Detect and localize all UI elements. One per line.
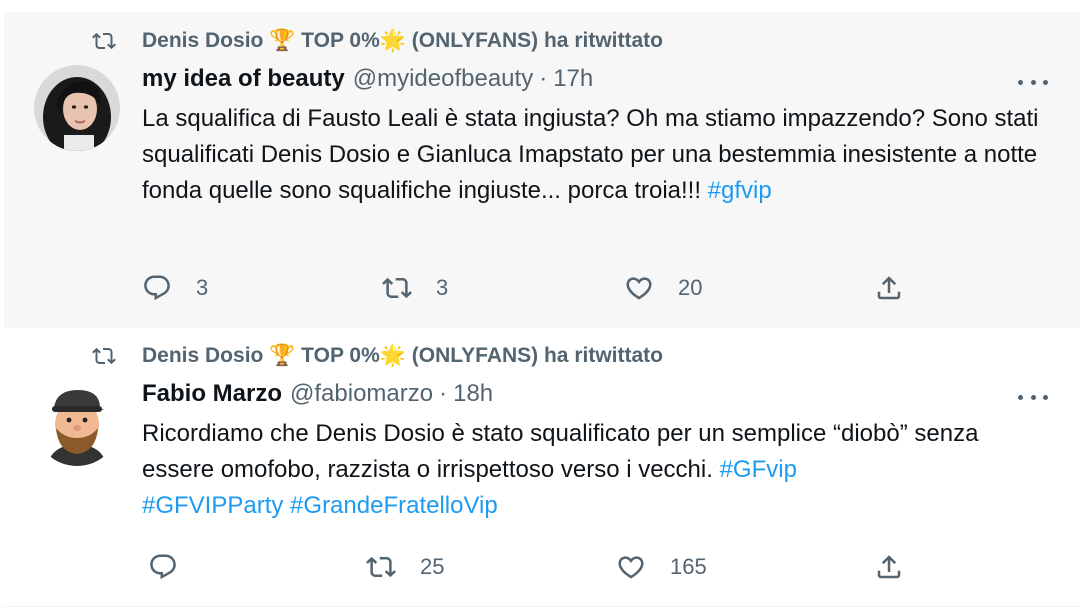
more-options-icon[interactable] bbox=[1018, 386, 1048, 408]
share-icon bbox=[877, 555, 901, 579]
retweet-icon bbox=[92, 347, 116, 365]
tweet-header: my idea of beauty @myideofbeauty · 17h bbox=[142, 65, 593, 99]
avatar[interactable] bbox=[34, 65, 120, 151]
retweet-count: 3 bbox=[436, 275, 449, 300]
cartoon-man-avatar-icon bbox=[34, 380, 120, 466]
author-handle[interactable]: @myideofbeauty bbox=[353, 65, 533, 93]
retweet-context: Denis Dosio 🏆 TOP 0%🌟 (ONLYFANS) ha ritw… bbox=[90, 342, 663, 370]
share-button[interactable] bbox=[874, 550, 928, 584]
separator-dot: · bbox=[539, 65, 548, 92]
more-options-icon[interactable] bbox=[1018, 71, 1048, 93]
retweeted-by-label[interactable]: Denis Dosio 🏆 TOP 0%🌟 (ONLYFANS) ha ritw… bbox=[142, 344, 663, 368]
tweet-text: Ricordiamo che Denis Dosio è stato squal… bbox=[142, 416, 1042, 524]
share-button[interactable] bbox=[874, 271, 928, 305]
hashtag-link[interactable]: #gfvip bbox=[708, 177, 772, 204]
avatar[interactable] bbox=[34, 380, 120, 466]
tweet-card[interactable]: Denis Dosio 🏆 TOP 0%🌟 (ONLYFANS) ha ritw… bbox=[4, 328, 1080, 607]
tweet-text-content: Ricordiamo che Denis Dosio è stato squal… bbox=[142, 420, 979, 483]
reply-count: 3 bbox=[196, 275, 209, 300]
heart-icon bbox=[626, 277, 652, 300]
reply-button[interactable]: 3 bbox=[142, 271, 208, 305]
retweet-button[interactable]: 3 bbox=[382, 271, 448, 305]
tweet-header: Fabio Marzo @fabiomarzo · 18h bbox=[142, 380, 493, 414]
tweet-actions: 3 3 20 bbox=[142, 271, 932, 305]
tweet-timestamp[interactable]: 18h bbox=[453, 380, 493, 408]
tweet-card[interactable]: Denis Dosio 🏆 TOP 0%🌟 (ONLYFANS) ha ritw… bbox=[4, 12, 1080, 329]
tweet-actions: 25 165 bbox=[142, 550, 932, 584]
like-count: 165 bbox=[670, 554, 707, 579]
author-name[interactable]: my idea of beauty bbox=[142, 65, 345, 93]
retweet-icon bbox=[366, 556, 396, 578]
author-name[interactable]: Fabio Marzo bbox=[142, 380, 282, 408]
reply-button[interactable] bbox=[148, 550, 202, 584]
like-count: 20 bbox=[678, 275, 703, 300]
tweet-text-content: La squalifica di Fausto Leali è stata in… bbox=[142, 105, 1039, 204]
heart-icon bbox=[618, 556, 644, 579]
retweeted-by-label[interactable]: Denis Dosio 🏆 TOP 0%🌟 (ONLYFANS) ha ritw… bbox=[142, 29, 663, 53]
share-icon bbox=[877, 276, 901, 300]
hashtag-link[interactable]: #GFVIPParty bbox=[142, 492, 283, 519]
tweet-timestamp[interactable]: 17h bbox=[553, 65, 593, 93]
reply-icon bbox=[144, 275, 170, 301]
retweet-icon bbox=[92, 32, 116, 50]
retweet-count: 25 bbox=[420, 554, 445, 579]
hashtag-link[interactable]: #GrandeFratelloVip bbox=[290, 492, 498, 519]
like-button[interactable]: 165 bbox=[616, 550, 707, 584]
like-button[interactable]: 20 bbox=[624, 271, 702, 305]
author-handle[interactable]: @fabiomarzo bbox=[290, 380, 433, 408]
hashtag-link[interactable]: #GFvip bbox=[720, 456, 797, 483]
retweet-button[interactable]: 25 bbox=[366, 550, 444, 584]
woman-avatar-icon bbox=[34, 65, 120, 151]
retweet-context: Denis Dosio 🏆 TOP 0%🌟 (ONLYFANS) ha ritw… bbox=[90, 27, 663, 55]
retweet-icon bbox=[382, 277, 412, 299]
separator-dot: · bbox=[439, 380, 448, 407]
reply-icon bbox=[150, 554, 176, 580]
tweet-text: La squalifica di Fausto Leali è stata in… bbox=[142, 101, 1042, 209]
